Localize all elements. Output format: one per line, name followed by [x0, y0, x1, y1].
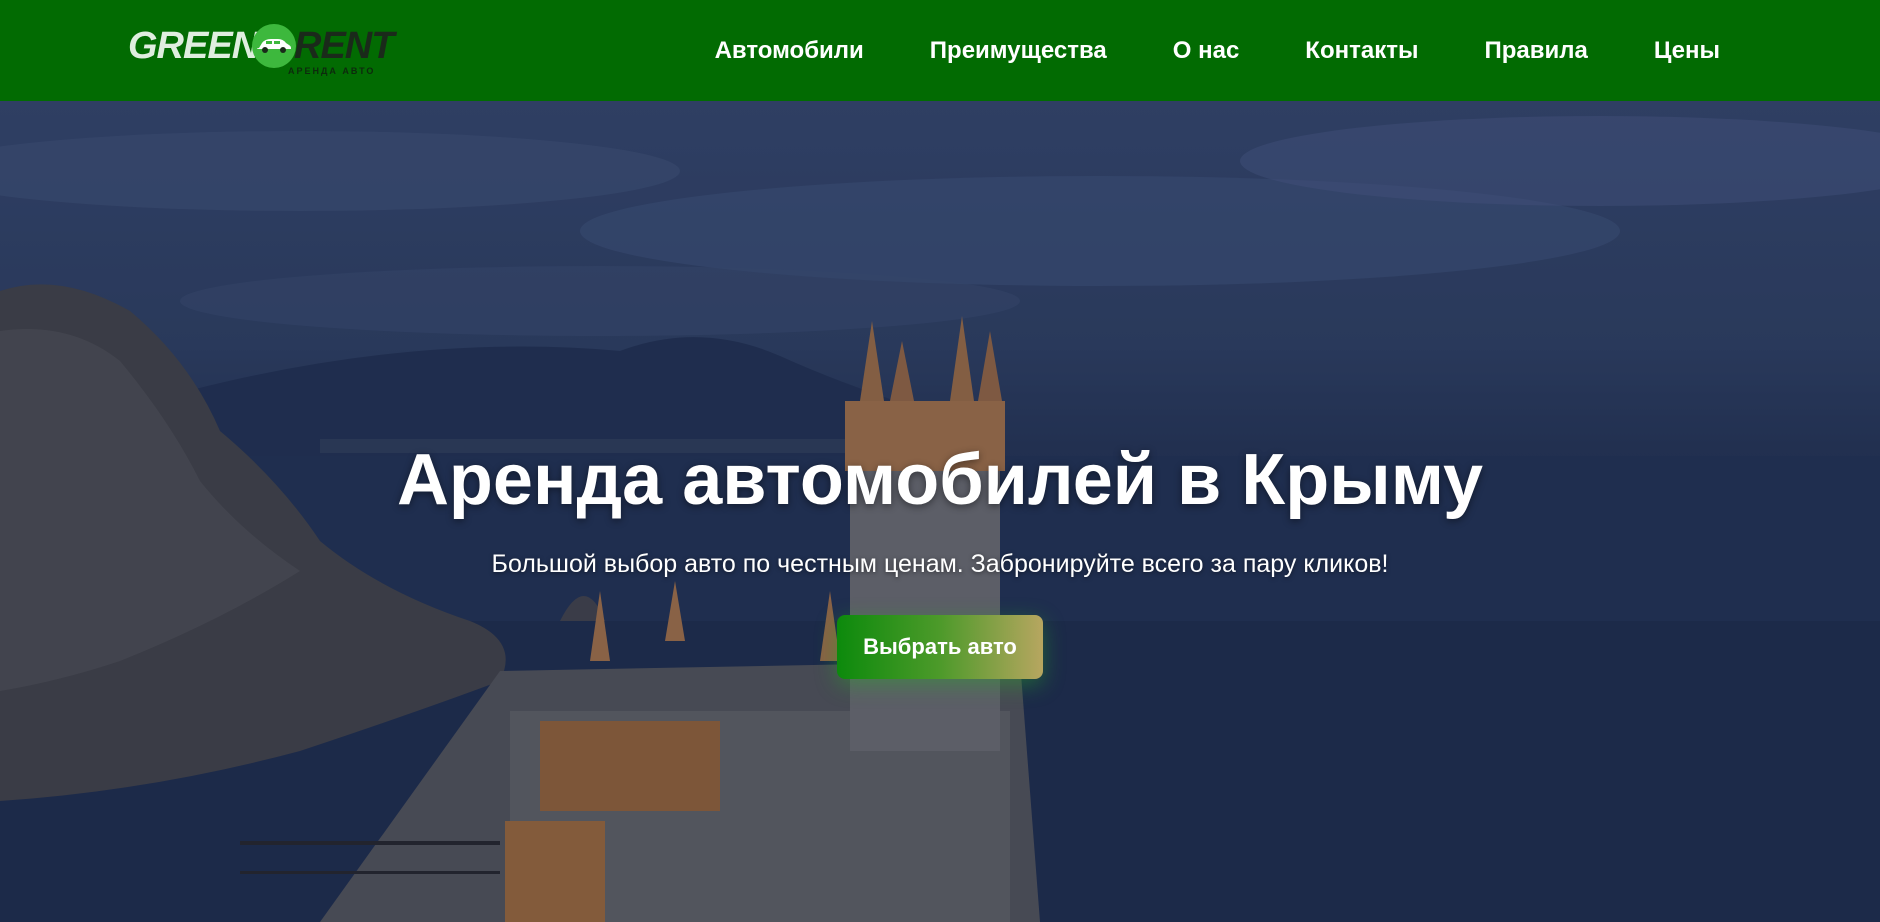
car-icon [257, 39, 291, 53]
nav-item-rules[interactable]: Правила [1484, 37, 1587, 65]
hero-content: Аренда автомобилей в Крыму Большой выбор… [0, 440, 1880, 679]
hero-subtitle: Большой выбор авто по честным ценам. Заб… [491, 550, 1389, 579]
hero-title: Аренда автомобилей в Крыму [396, 440, 1484, 520]
nav-item-advantages[interactable]: Преимущества [930, 37, 1107, 65]
logo[interactable]: GREEN RENT АРЕНДА АВТО [128, 24, 396, 80]
nav-item-about[interactable]: О нас [1173, 37, 1240, 65]
choose-car-button[interactable]: Выбрать авто [837, 614, 1043, 679]
main-nav: Автомобили Преимущества О нас Контакты П… [715, 0, 1720, 101]
logo-tagline: АРЕНДА АВТО [288, 66, 376, 76]
logo-word-rent: RENT [294, 25, 394, 67]
logo-word-green: GREEN [128, 25, 259, 67]
nav-item-cars[interactable]: Автомобили [715, 37, 864, 65]
site-header: GREEN RENT АРЕНДА АВТО Автомобили Преиму… [0, 0, 1880, 101]
nav-item-prices[interactable]: Цены [1654, 37, 1720, 65]
nav-item-contacts[interactable]: Контакты [1305, 37, 1418, 65]
hero-section: Аренда автомобилей в Крыму Большой выбор… [0, 101, 1880, 922]
